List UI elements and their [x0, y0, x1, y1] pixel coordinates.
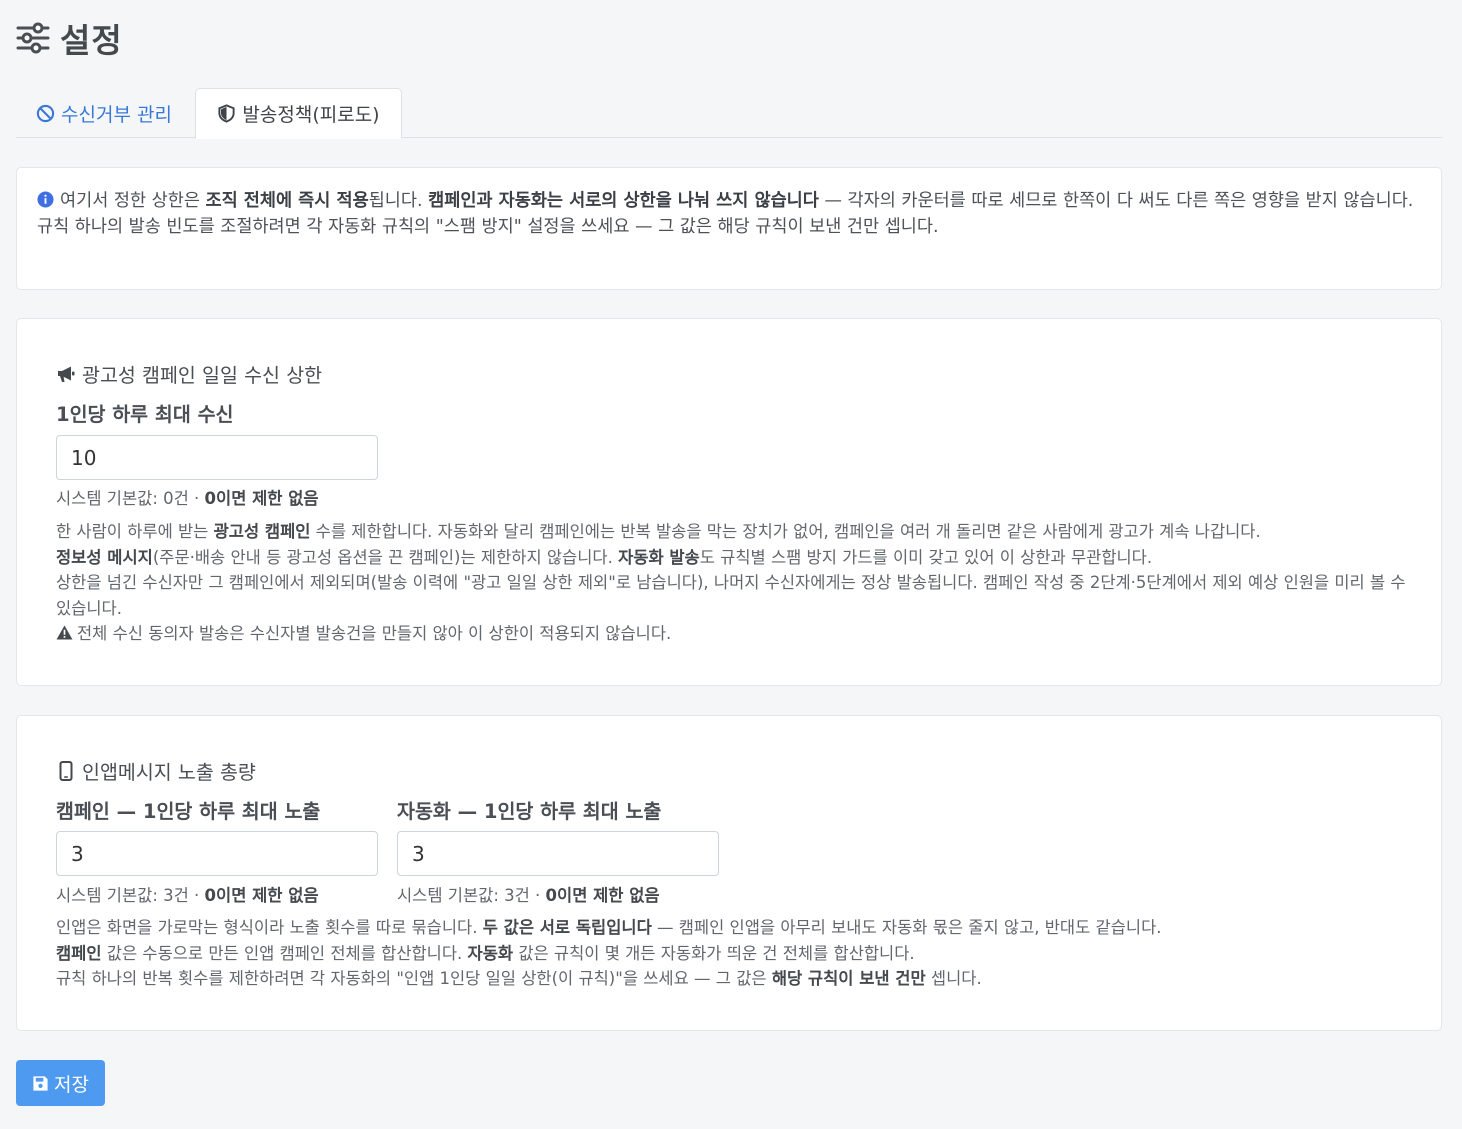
- save-button[interactable]: 저장: [16, 1060, 105, 1106]
- info-line-1-text: 여기서 정한 상한은 조직 전체에 즉시 적용됩니다. 캠페인과 자동화는 서로…: [60, 191, 1414, 211]
- inapp-campaign-label: 캠페인 — 1인당 하루 최대 노출: [56, 800, 321, 823]
- ad-cap-input[interactable]: [56, 435, 378, 480]
- ad-cap-hint: 시스템 기본값: 0건 · 0이면 제한 없음: [56, 489, 319, 508]
- ad-cap-warning: 전체 수신 동의자 발송은 수신자별 발송건을 만들지 않아 이 상한이 적용되…: [56, 621, 1406, 647]
- ad-cap-title: 광고성 캠페인 일일 수신 상한: [56, 359, 322, 388]
- ad-cap-label: 1인당 하루 최대 수신: [56, 403, 234, 426]
- inapp-campaign-input[interactable]: [56, 831, 378, 876]
- megaphone-icon: [58, 366, 75, 382]
- info-line-2: 규칙 하나의 발송 빈도를 조절하려면 각 자동화 규칙의 "스팸 방지" 설정…: [37, 217, 939, 237]
- tab-label: 발송정책(피로도): [242, 104, 380, 126]
- page-title-text: 설정: [60, 21, 123, 60]
- ban-icon: [36, 104, 55, 122]
- ad-cap-description: 한 사람이 하루에 받는 광고성 캠페인 수를 제한합니다. 자동화와 달리 캠…: [56, 519, 1406, 647]
- save-icon: [33, 1075, 48, 1091]
- inapp-cap-section: 인앱메시지 노출 총량 캠페인 — 1인당 하루 최대 노출 시스템 기본값: …: [16, 715, 1442, 1031]
- tab-label: 수신거부 관리: [61, 103, 172, 126]
- shield-icon: [218, 104, 235, 123]
- inapp-automation-label: 자동화 — 1인당 하루 최대 노출: [397, 800, 662, 823]
- inapp-campaign-hint: 시스템 기본값: 3건 · 0이면 제한 없음: [56, 886, 319, 905]
- inapp-automation-hint: 시스템 기본값: 3건 · 0이면 제한 없음: [397, 886, 660, 905]
- inapp-cap-title: 인앱메시지 노출 총량: [56, 756, 256, 785]
- inapp-automation-input[interactable]: [397, 831, 719, 876]
- mobile-icon: [59, 760, 73, 781]
- inapp-cap-description: 인앱은 화면을 가로막는 형식이라 노출 횟수를 따로 묶습니다. 두 값은 서…: [56, 918, 1162, 988]
- info-notice: 여기서 정한 상한은 조직 전체에 즉시 적용됩니다. 캠페인과 자동화는 서로…: [16, 167, 1442, 290]
- info-icon: [37, 191, 54, 208]
- save-button-label: 저장: [54, 1073, 89, 1096]
- tab-bar: 수신거부 관리 발송정책(피로도): [16, 88, 1442, 139]
- tab-unsubscribe[interactable]: 수신거부 관리: [36, 88, 172, 138]
- tab-send-policy[interactable]: 발송정책(피로도): [195, 88, 402, 139]
- info-line-1: 여기서 정한 상한은 조직 전체에 즉시 적용됩니다. 캠페인과 자동화는 서로…: [37, 188, 1421, 214]
- ad-cap-section: 광고성 캠페인 일일 수신 상한 1인당 하루 최대 수신 시스템 기본값: 0…: [16, 318, 1442, 686]
- warning-icon: [56, 625, 73, 640]
- sliders-icon: [16, 22, 50, 54]
- page-title: 설정: [16, 14, 123, 62]
